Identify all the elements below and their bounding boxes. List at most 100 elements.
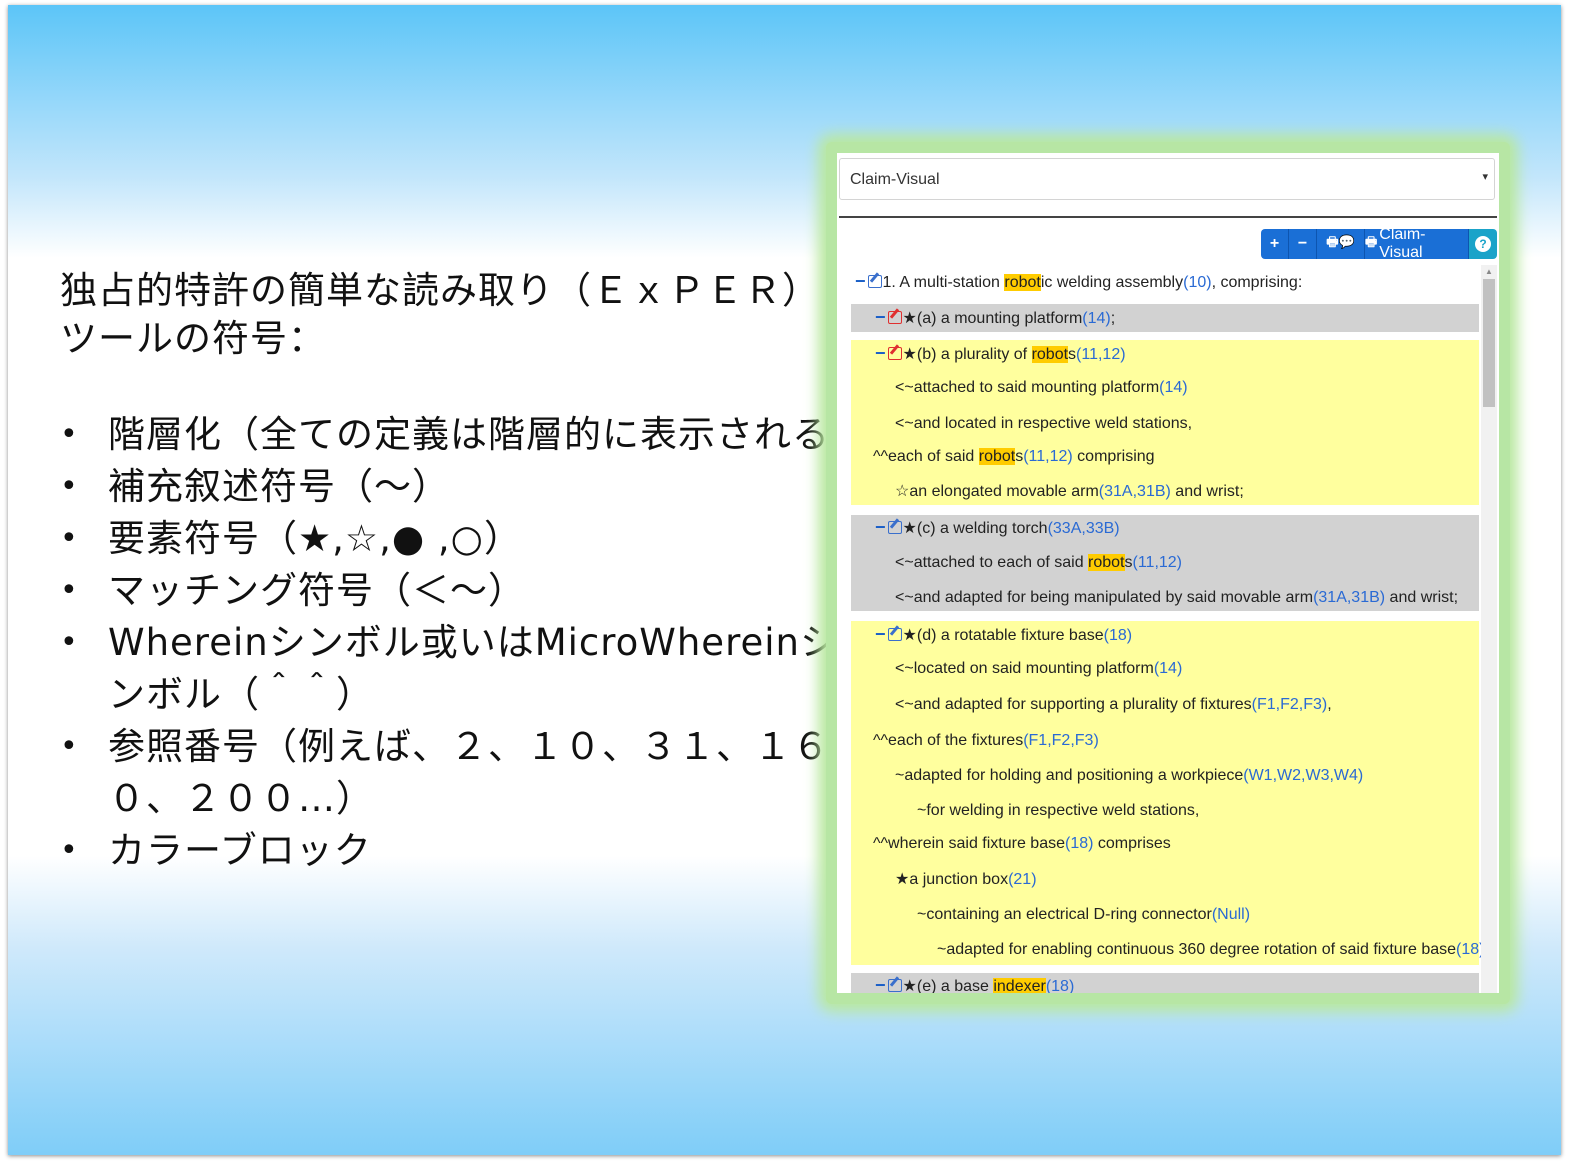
highlighted-term: robot	[1004, 274, 1041, 291]
claim-text: (a) a mounting platform	[916, 310, 1083, 327]
claim-text: ,	[1327, 696, 1332, 713]
highlighted-term: robot	[1088, 554, 1125, 571]
bullet-item: • 要素符号（★,☆,● ,○）	[60, 513, 850, 565]
reference-number: (F1,F2,F3)	[1251, 696, 1328, 713]
claim-row: ~adapted for enabling continuous 360 deg…	[937, 940, 1481, 960]
help-button[interactable]: ?	[1469, 229, 1497, 259]
collapse-minus-icon[interactable]: −	[875, 975, 886, 993]
claim-row: ~for welding in respective weld stations…	[917, 801, 1199, 821]
claim-text: <~and adapted for supporting a plurality…	[895, 696, 1252, 713]
claim-text: <~attached to said mounting platform	[895, 379, 1160, 396]
edit-icon[interactable]	[887, 311, 902, 324]
reference-number: (14)	[1153, 660, 1183, 677]
claim-row: −1. A multi-station robotic welding asse…	[855, 271, 1302, 293]
claim-row: − ★(a) a mounting platform(14);	[875, 307, 1115, 329]
edit-icon[interactable]	[887, 979, 902, 992]
claim-text: , comprising:	[1211, 274, 1303, 291]
element-star-symbol: ★	[902, 310, 917, 327]
edit-icon[interactable]	[867, 275, 882, 288]
claim-row: ^^each of the fixtures(F1,F2,F3)	[873, 731, 1099, 751]
edit-icon[interactable]	[887, 628, 902, 641]
claim-row: <~attached to said mounting platform(14)	[895, 378, 1188, 398]
bullet-text: マッチング符号（＜～）	[108, 569, 526, 612]
element-star-symbol: ★	[902, 978, 917, 993]
claim-text: ☆an elongated movable arm	[895, 483, 1099, 500]
claim-text: ^^wherein said fixture base	[873, 835, 1065, 852]
claim-text: and wrist;	[1170, 483, 1244, 500]
bullet-text: 階層化（全ての定義は階層的に表示される）	[108, 413, 868, 456]
claim-text: (d) a rotatable fixture base	[916, 627, 1104, 644]
dropdown-arrow-icon: ▾	[1482, 171, 1488, 183]
claim-text: ^^each of said	[873, 448, 979, 465]
expand-all-button[interactable]: +	[1261, 229, 1289, 259]
tree-scrollbar[interactable]: ▲	[1481, 265, 1497, 993]
claim-row: ~adapted for holding and positioning a w…	[895, 766, 1363, 786]
reference-number: (11,12)	[1076, 346, 1126, 363]
claim-row: ☆an elongated movable arm(31A,31B) and w…	[895, 482, 1244, 502]
claim-row: − ★(b) a plurality of robots(11,12)	[875, 343, 1126, 365]
claim-visual-print-button[interactable]: 🖶 Claim-Visual	[1365, 226, 1469, 261]
claim-row: − ★(d) a rotatable fixture base(18)	[875, 624, 1132, 646]
claim-text: comprises	[1093, 835, 1171, 852]
claim-text: ★a junction box	[895, 871, 1009, 888]
claim-visual-button-label: Claim-Visual	[1379, 226, 1426, 261]
reference-number: (18)	[1045, 978, 1075, 993]
bullet-item: • 参照番号（例えば、２、１０、３１、１６０、２００…）	[60, 721, 850, 825]
collapse-minus-icon[interactable]: −	[875, 624, 886, 644]
claim-text: <~and adapted for being manipulated by s…	[895, 589, 1314, 606]
claim-text: ;	[1110, 310, 1116, 327]
collapse-minus-icon[interactable]: −	[855, 271, 866, 291]
bullet-dot: •	[60, 625, 79, 660]
claim-text: <~located on said mounting platform	[895, 660, 1154, 677]
collapse-minus-icon[interactable]: −	[875, 517, 886, 537]
title-line-2: ツールの符号：	[60, 317, 326, 360]
reference-number: (14)	[1082, 310, 1111, 327]
claim-row: ^^wherein said fixture base(18) comprise…	[873, 834, 1171, 854]
claim-row: ~containing an electrical D-ring connect…	[917, 905, 1250, 925]
scrollbar-thumb[interactable]	[1483, 279, 1495, 407]
help-icon: ?	[1475, 236, 1491, 252]
claim-row: ★a junction box(21)	[895, 870, 1037, 890]
claim-text: ic welding assembly	[1040, 274, 1184, 291]
reference-number: (11,12)	[1023, 448, 1073, 465]
claim-row: <~and adapted for being manipulated by s…	[895, 588, 1458, 608]
reference-number: (18)	[1103, 627, 1133, 644]
reference-number: (10)	[1183, 274, 1212, 291]
claim-row: <~and adapted for supporting a plurality…	[895, 695, 1332, 715]
bullet-dot: •	[60, 573, 79, 608]
minus-icon: −	[1297, 235, 1308, 252]
printer-icon: 🖶	[1365, 234, 1378, 249]
print-comment-button[interactable]: 🖶💬	[1317, 229, 1365, 259]
bullet-dot: •	[60, 729, 79, 764]
title-line-1: 独占的特許の簡単な読み取り（ＥｘＰＥＲ）	[60, 269, 820, 312]
bullet-text: カラーブロック	[108, 829, 372, 872]
element-star-symbol: ★	[902, 520, 917, 537]
claim-row: <~located on said mounting platform(14)	[895, 659, 1182, 679]
claim-row: − ★(e) a base indexer(18)	[875, 975, 1074, 993]
reference-number: (18)	[1065, 835, 1094, 852]
bullet-text: 要素符号（★,☆,● ,○）	[108, 517, 522, 560]
collapse-all-button[interactable]: −	[1289, 229, 1317, 259]
bullet-item: • マッチング符号（＜～）	[60, 565, 850, 617]
reference-number: (Null)	[1211, 906, 1251, 923]
claim-row: <~and located in respective weld station…	[895, 414, 1192, 434]
collapse-minus-icon[interactable]: −	[875, 307, 886, 327]
edit-icon[interactable]	[887, 347, 902, 360]
claim-row: ^^each of said robots(11,12) comprising	[873, 447, 1155, 467]
claim-visual-panel: Claim-Visual ▾ + − 🖶💬 🖶 Claim-Visual ? −…	[837, 153, 1499, 993]
view-select[interactable]: Claim-Visual ▾	[839, 158, 1495, 200]
claim-text: <~and located in respective weld station…	[895, 415, 1193, 432]
claim-text: (b) a plurality of	[916, 346, 1032, 363]
edit-icon[interactable]	[887, 521, 902, 534]
reference-number: (21)	[1008, 871, 1037, 888]
claim-text: s	[1124, 554, 1133, 571]
claim-text: and wrist;	[1385, 589, 1459, 606]
bullet-text: Whereinシンボル或いはMicroWhereinシンボル（＾＾）	[108, 621, 838, 716]
claim-text: ~adapted for enabling continuous 360 deg…	[937, 941, 1457, 958]
bullet-text: 参照番号（例えば、２、１０、３１、１６０、２００…）	[108, 725, 830, 820]
claim-text: <~attached to each of said	[895, 554, 1089, 571]
collapse-minus-icon[interactable]: −	[875, 343, 886, 363]
print-comment-icon: 🖶💬	[1326, 234, 1355, 249]
bullet-item: • Whereinシンボル或いはMicroWhereinシンボル（＾＾）	[60, 617, 850, 721]
bullet-item: • 階層化（全ての定義は階層的に表示される）	[60, 409, 867, 461]
